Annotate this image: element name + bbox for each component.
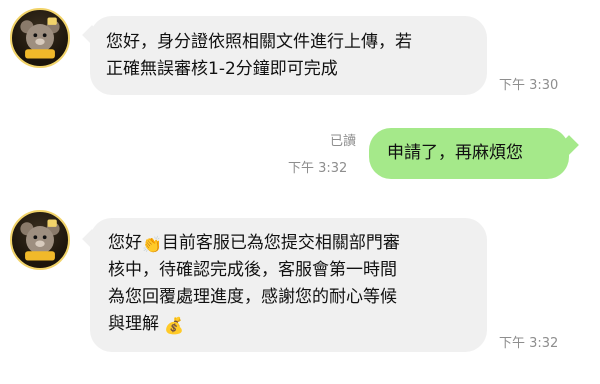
message-line: 為您回覆處理進度，感謝您的耐心等候 <box>108 287 397 307</box>
message-time: 下午 3:30 <box>499 78 559 93</box>
clapping-hands-icon: 👏 <box>142 235 162 254</box>
money-bag-icon: 💰 <box>164 316 185 335</box>
message-time: 下午 3:32 <box>499 336 559 351</box>
agent-avatar[interactable] <box>10 8 70 68</box>
bear-mascot-icon <box>20 17 60 59</box>
message-time: 下午 3:32 <box>288 161 348 176</box>
message-bubble-user[interactable]: 申請了，再麻煩您 <box>369 128 569 179</box>
agent-avatar[interactable] <box>10 210 70 270</box>
message-line: 與理解 <box>108 314 159 334</box>
message-bubble-agent-2[interactable]: 您好👏目前客服已為您提交相關部門審 核中，待確認完成後，客服會第一時間 為您回覆… <box>90 218 487 352</box>
chat-window: 您好，身分證依照相關文件進行上傳，若 正確無誤審核1-2分鐘即可完成 下午 3:… <box>0 0 600 384</box>
message-bubble-agent-1[interactable]: 您好，身分證依照相關文件進行上傳，若 正確無誤審核1-2分鐘即可完成 <box>90 16 487 95</box>
bear-mascot-icon <box>20 219 60 261</box>
message-line: 目前客服已為您提交相關部門審 <box>161 233 400 253</box>
greeting-text: 您好 <box>108 233 142 253</box>
read-status: 已讀 <box>330 134 357 149</box>
message-line: 核中，待確認完成後，客服會第一時間 <box>108 260 397 280</box>
